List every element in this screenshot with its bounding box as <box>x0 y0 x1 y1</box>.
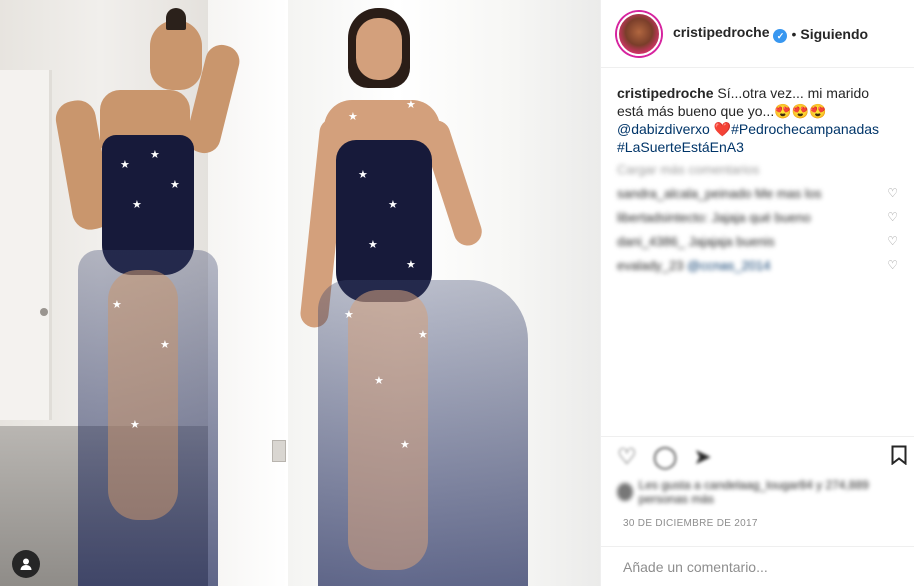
avatar[interactable] <box>617 11 661 56</box>
add-comment-field[interactable]: Añade un comentario... <box>601 546 914 586</box>
star-decoration: ★ <box>348 111 358 123</box>
woman-face <box>356 18 402 80</box>
red-heart-icon: ❤️ <box>713 121 732 137</box>
comments-list: Cargar más comentarios sandra_alcala_pei… <box>601 156 914 277</box>
liker-avatar <box>617 483 633 501</box>
caption-username[interactable]: cristipedroche <box>617 85 713 101</box>
star-decoration: ★ <box>112 299 122 311</box>
comment-text: evalady_23 @ccnas_2014 <box>617 258 770 273</box>
post-date[interactable]: 30 DE DICIEMBRE DE 2017 <box>623 518 758 529</box>
action-bar: ♡ ◯ ➤ <box>601 436 914 476</box>
comment-row: sandra_alcala_peinado Me mas los ♡ <box>617 181 898 205</box>
caption: cristipedroche Sí...otra vez... mi marid… <box>601 68 914 156</box>
share-icon[interactable]: ➤ <box>693 444 711 470</box>
star-decoration: ★ <box>160 339 170 351</box>
star-decoration: ★ <box>418 329 428 341</box>
user-tag-icon[interactable] <box>12 550 40 578</box>
star-decoration: ★ <box>150 149 160 161</box>
bookmark-icon[interactable] <box>891 445 907 471</box>
woman-legs <box>348 290 428 570</box>
comment-row: libertadsintecto: Jajaja qué bueno ♡ <box>617 205 898 229</box>
door-knob <box>40 308 48 316</box>
comment-like-icon[interactable]: ♡ <box>887 210 898 224</box>
star-decoration: ★ <box>130 419 140 431</box>
heart-icon[interactable]: ♡ <box>617 444 637 470</box>
comment-text: dani_4386_ Jajajaja buenis <box>617 233 775 249</box>
likes-summary[interactable]: Les gusta a candelaag_lougar84 y 274,889… <box>617 478 907 506</box>
post-media[interactable]: ★ ★ ★ ★ ★ ★ ★ ★ ★ ★ ★ ★ ★ ★ ★ ★ ★ <box>0 0 600 586</box>
likes-text: Les gusta a candelaag_lougar84 y 274,889… <box>638 478 869 506</box>
caption-hashtag[interactable]: #LaSuerteEstáEnA3 <box>617 139 744 155</box>
comment-like-icon[interactable]: ♡ <box>887 258 898 272</box>
star-decoration: ★ <box>374 375 384 387</box>
comment-text: sandra_alcala_peinado Me mas los <box>617 185 822 201</box>
comment-mention[interactable]: @ccnas_2014 <box>687 258 770 273</box>
door <box>0 70 52 420</box>
wall-outlet <box>272 440 286 462</box>
post-sidebar: cristipedroche ✓ • Siguiendo cristipedroc… <box>600 0 914 586</box>
following-button[interactable]: Siguiendo <box>800 26 868 42</box>
comment-body: evalady_23 <box>617 257 688 273</box>
star-decoration: ★ <box>400 439 410 451</box>
comment-icon[interactable]: ◯ <box>653 444 678 470</box>
man-head <box>150 20 202 90</box>
caption-mention[interactable]: @dabizdiverxo <box>617 121 710 137</box>
separator: • <box>791 25 797 42</box>
photo-right: ★ ★ ★ ★ ★ ★ ★ ★ ★ ★ <box>288 0 600 586</box>
star-decoration: ★ <box>170 179 180 191</box>
dress-bodice <box>336 140 432 302</box>
load-more-comments[interactable]: Cargar más comentarios <box>617 162 898 177</box>
instagram-post: ★ ★ ★ ★ ★ ★ ★ ★ ★ ★ ★ ★ ★ ★ ★ ★ ★ cristi… <box>0 0 914 586</box>
comment-text: libertadsintecto: Jajaja qué bueno <box>617 209 811 225</box>
star-decoration: ★ <box>132 199 142 211</box>
caption-hashtag[interactable]: #Pedrochecampanadas <box>731 121 879 137</box>
caption-emojis: 😍😍😍 <box>774 103 827 119</box>
comment-like-icon[interactable]: ♡ <box>887 234 898 248</box>
verified-icon: ✓ <box>773 29 788 43</box>
star-decoration: ★ <box>388 199 398 211</box>
comment-row: evalady_23 @ccnas_2014 ♡ <box>617 253 898 277</box>
comment-like-icon[interactable]: ♡ <box>887 186 898 200</box>
comment-row: dani_4386_ Jajajaja buenis ♡ <box>617 229 898 253</box>
star-decoration: ★ <box>406 259 416 271</box>
star-decoration: ★ <box>344 309 354 321</box>
star-decoration: ★ <box>120 159 130 171</box>
photo-left: ★ ★ ★ ★ ★ ★ ★ <box>0 0 288 586</box>
username[interactable]: cristipedroche <box>673 24 769 40</box>
star-decoration: ★ <box>406 99 416 111</box>
star-decoration: ★ <box>368 239 378 251</box>
post-header: cristipedroche ✓ • Siguiendo <box>601 0 914 68</box>
man-hair <box>166 8 186 30</box>
username-link[interactable]: cristipedroche ✓ <box>673 24 788 43</box>
star-decoration: ★ <box>358 169 368 181</box>
